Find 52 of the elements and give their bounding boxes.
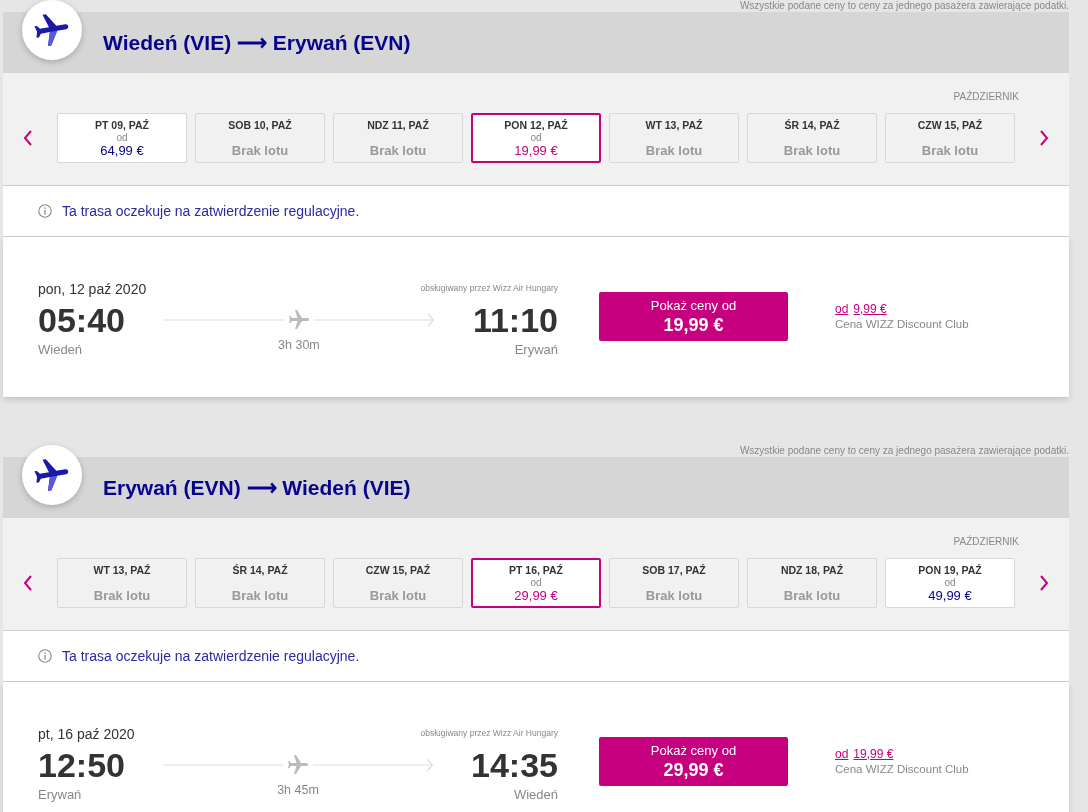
date-tab[interactable]: PT 16, PAŹ od 29,99 € xyxy=(471,558,601,608)
club-price-label: Cena WIZZ Discount Club xyxy=(835,317,969,332)
operator-note: obsługiwany przez Wizz Air Hungary xyxy=(420,282,558,295)
departure-time: 12:50 xyxy=(38,746,125,784)
club-price-link[interactable]: 19,99 € xyxy=(853,747,894,762)
date-tab[interactable]: SOB 17, PAŹ Brak lotu xyxy=(609,558,739,608)
date-tab[interactable]: CZW 15, PAŹ Brak lotu xyxy=(885,113,1015,163)
arrival-time: 14:35 xyxy=(471,746,558,784)
flight-date: pt, 16 paź 2020 xyxy=(38,725,135,743)
airplane-icon xyxy=(22,0,82,60)
route-title: Erywań (EVN) ⟶ Wiedeń (VIE) xyxy=(103,475,411,500)
club-price-label: Cena WIZZ Discount Club xyxy=(835,762,969,777)
date-tab[interactable]: ŚR 14, PAŹ Brak lotu xyxy=(195,558,325,608)
chevron-right-icon xyxy=(1039,575,1049,591)
arrival-city: Erywań xyxy=(514,342,558,358)
date-tab[interactable]: SOB 10, PAŹ Brak lotu xyxy=(195,113,325,163)
club-price-link[interactable]: 9,99 € xyxy=(853,302,887,317)
info-message: Ta trasa oczekuje na zatwierdzenie regulacyjne. xyxy=(62,203,360,219)
date-tab[interactable]: NDZ 11, PAŹ Brak lotu xyxy=(333,113,463,163)
from-link[interactable]: od xyxy=(835,302,849,317)
date-tab[interactable]: CZW 15, PAŹ Brak lotu xyxy=(333,558,463,608)
flight-date: pon, 12 paź 2020 xyxy=(38,280,147,298)
date-tab[interactable]: ŚR 14, PAŹ Brak lotu xyxy=(747,113,877,163)
arrival-city: Wiedeń xyxy=(513,787,558,803)
show-prices-button[interactable]: Pokaż ceny od 29,99 € xyxy=(599,737,788,786)
arrival-time: 11:10 xyxy=(472,301,558,339)
month-label: PAŹDZIERNIK xyxy=(953,90,1019,104)
month-label: PAŹDZIERNIK xyxy=(953,535,1019,549)
flight-duration: 3h 45m xyxy=(277,782,319,798)
departure-time: 05:40 xyxy=(38,301,125,339)
departure-city: Wiedeń xyxy=(38,342,83,358)
chevron-left-icon xyxy=(23,575,33,591)
info-icon xyxy=(38,204,52,218)
info-icon xyxy=(38,649,52,663)
date-tab[interactable]: WT 13, PAŹ Brak lotu xyxy=(609,113,739,163)
flight-duration: 3h 30m xyxy=(278,337,320,353)
operator-note: obsługiwany przez Wizz Air Hungary xyxy=(420,727,558,740)
info-message: Ta trasa oczekuje na zatwierdzenie regulacyjne. xyxy=(62,648,360,664)
price-note: Wszystkie podane ceny to ceny za jednego pasażera zawierające podatki. xyxy=(739,0,1069,12)
airplane-icon xyxy=(22,445,82,505)
chevron-left-icon xyxy=(23,130,33,146)
date-tab[interactable]: NDZ 18, PAŹ Brak lotu xyxy=(747,558,877,608)
chevron-right-icon xyxy=(1039,130,1049,146)
departure-city: Erywań xyxy=(38,787,82,803)
date-tab[interactable]: PON 19, PAŹ od 49,99 € xyxy=(885,558,1015,608)
date-tab[interactable]: WT 13, PAŹ Brak lotu xyxy=(57,558,187,608)
route-title: Wiedeń (VIE) ⟶ Erywań (EVN) xyxy=(103,30,411,55)
show-prices-button[interactable]: Pokaż ceny od 19,99 € xyxy=(599,292,788,341)
date-tab[interactable]: PT 09, PAŹ od 64,99 € xyxy=(57,113,187,163)
price-note: Wszystkie podane ceny to ceny za jednego pasażera zawierające podatki. xyxy=(739,445,1069,457)
from-link[interactable]: od xyxy=(835,747,849,762)
date-tab[interactable]: PON 12, PAŹ od 19,99 € xyxy=(471,113,601,163)
